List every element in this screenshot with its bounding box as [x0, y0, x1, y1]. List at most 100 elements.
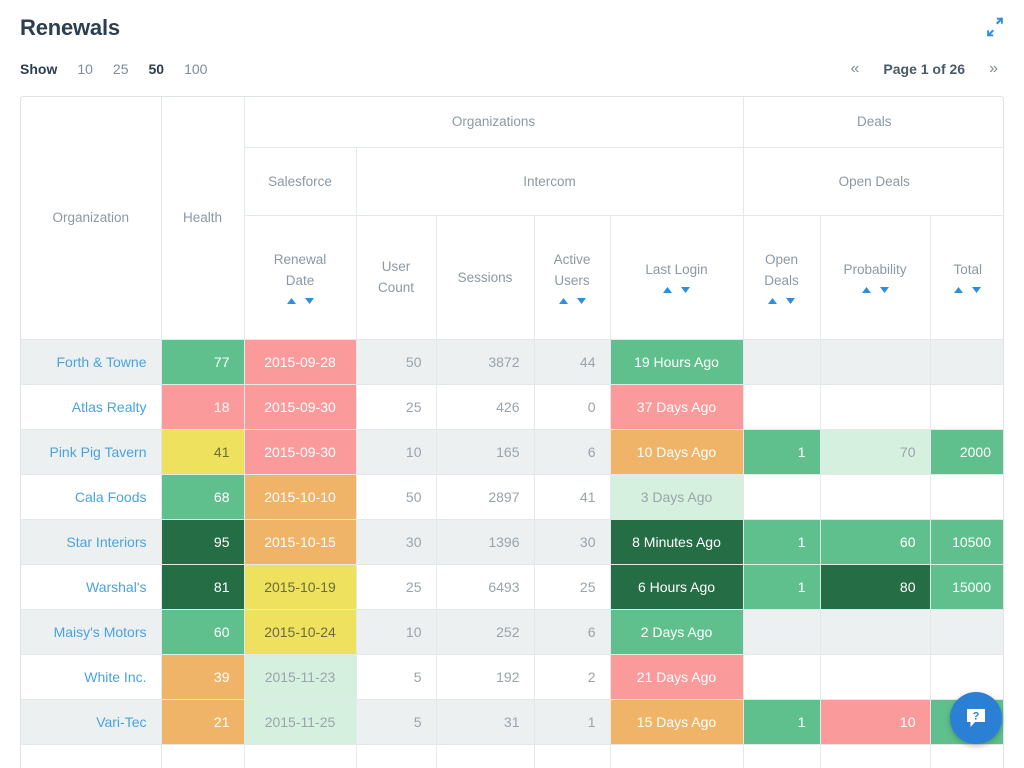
page-title: Renewals — [20, 14, 1004, 42]
cell-total-value — [931, 340, 1005, 384]
pagination: « Page 1 of 26 » — [844, 60, 1004, 78]
cell-user-count: 5 — [356, 654, 436, 699]
table-row: White Inc.392015-11-235192221 Days Ago — [21, 654, 1004, 699]
cell-user-count: 5 — [356, 699, 436, 744]
page-size-option-50[interactable]: 50 — [149, 61, 165, 77]
column-header-health[interactable]: Health — [161, 97, 244, 339]
organization-link[interactable]: Pink Pig Tavern — [49, 444, 146, 460]
cell-probability-value: 10 — [821, 700, 930, 744]
header-group-organizations: Organizations — [244, 97, 743, 147]
cell-last-login-value: 2 Days Ago — [611, 610, 743, 654]
cell-health-value: 60 — [162, 610, 244, 654]
cell-probability-value — [821, 610, 930, 654]
column-header-renewal-date-line1: Renewal — [245, 249, 356, 270]
table-row: Vari-Tec212015-11-25531115 Days Ago110 — [21, 699, 1004, 744]
header-group-organizations-label: Organizations — [245, 111, 743, 132]
page-size-option-25[interactable]: 25 — [113, 61, 129, 77]
cell-sessions: 252 — [436, 609, 534, 654]
cell-user-count-value: 10 — [357, 610, 436, 654]
help-chat-button[interactable]: ? — [950, 692, 1002, 744]
column-header-total[interactable]: Total — [930, 215, 1004, 339]
footer-cell — [161, 744, 244, 768]
organization-link[interactable]: Atlas Realty — [72, 399, 147, 415]
compress-arrows-icon[interactable] — [984, 16, 1006, 38]
cell-open-deals: 1 — [743, 564, 820, 609]
cell-active-users-value: 6 — [535, 610, 610, 654]
cell-health-value: 77 — [162, 340, 244, 384]
cell-total — [930, 384, 1004, 429]
column-header-renewal-date[interactable]: Renewal Date — [244, 215, 356, 339]
cell-probability-value: 80 — [821, 565, 930, 609]
page-size-option-10[interactable]: 10 — [77, 61, 93, 77]
organization-link[interactable]: Vari-Tec — [96, 714, 146, 730]
cell-probability-value — [821, 385, 930, 429]
table-footer — [21, 744, 1004, 768]
cell-sessions: 31 — [436, 699, 534, 744]
renewals-table: Organization Health Organizations Deals — [21, 97, 1004, 768]
cell-health: 21 — [161, 699, 244, 744]
column-header-open-deals-line1: Open — [744, 249, 820, 270]
cell-user-count-value: 10 — [357, 430, 436, 474]
page-size-selector: Show 10 25 50 100 — [20, 61, 227, 77]
column-header-sessions[interactable]: Sessions — [436, 215, 534, 339]
cell-organization: Maisy's Motors — [21, 609, 161, 654]
footer-cell — [743, 744, 820, 768]
cell-total: 10500 — [930, 519, 1004, 564]
cell-active-users-value: 0 — [535, 385, 610, 429]
cell-active-users: 0 — [534, 384, 610, 429]
cell-user-count: 25 — [356, 384, 436, 429]
cell-sessions: 165 — [436, 429, 534, 474]
cell-last-login: 3 Days Ago — [610, 474, 743, 519]
table-controls: Show 10 25 50 100 « Page 1 of 26 » — [20, 58, 1004, 80]
next-page-button[interactable]: » — [983, 60, 1004, 78]
cell-user-count: 25 — [356, 564, 436, 609]
cell-sessions-value: 165 — [437, 430, 534, 474]
cell-probability-value: 70 — [821, 430, 930, 474]
organization-link[interactable]: White Inc. — [84, 669, 146, 685]
cell-total-value: 2000 — [931, 430, 1005, 474]
cell-sessions: 2897 — [436, 474, 534, 519]
cell-active-users: 2 — [534, 654, 610, 699]
footer-cell — [930, 744, 1004, 768]
cell-organization: Forth & Towne — [21, 339, 161, 384]
cell-open-deals — [743, 339, 820, 384]
organization-link[interactable]: Maisy's Motors — [54, 624, 147, 640]
footer-cell — [21, 744, 161, 768]
column-header-active-users[interactable]: Active Users — [534, 215, 610, 339]
sort-descending-icon — [576, 297, 587, 305]
cell-user-count-value: 5 — [357, 700, 436, 744]
organization-link[interactable]: Forth & Towne — [56, 354, 146, 370]
organization-link[interactable]: Warshal's — [86, 579, 147, 595]
page-size-option-100[interactable]: 100 — [184, 61, 207, 77]
column-header-last-login[interactable]: Last Login — [610, 215, 743, 339]
footer-cell — [820, 744, 930, 768]
cell-sessions-value: 3872 — [437, 340, 534, 384]
column-header-open-deals[interactable]: Open Deals — [743, 215, 820, 339]
column-header-probability[interactable]: Probability — [820, 215, 930, 339]
cell-sessions: 192 — [436, 654, 534, 699]
question-chat-icon: ? — [963, 705, 989, 731]
header-group-row-1: Organization Health Organizations Deals — [21, 97, 1004, 147]
column-header-organization[interactable]: Organization — [21, 97, 161, 339]
cell-active-users-value: 41 — [535, 475, 610, 519]
cell-renewal-date: 2015-10-15 — [244, 519, 356, 564]
organization-link[interactable]: Cala Foods — [75, 489, 147, 505]
cell-sessions-value: 192 — [437, 655, 534, 699]
footer-cell — [356, 744, 436, 768]
organization-link[interactable]: Star Interiors — [66, 534, 146, 550]
cell-open-deals-value — [744, 385, 820, 429]
cell-sessions-value: 2897 — [437, 475, 534, 519]
cell-open-deals: 1 — [743, 519, 820, 564]
cell-health-value: 18 — [162, 385, 244, 429]
renewals-table-container: Organization Health Organizations Deals — [20, 96, 1004, 768]
cell-open-deals — [743, 654, 820, 699]
cell-last-login: 8 Minutes Ago — [610, 519, 743, 564]
cell-renewal-date-value: 2015-09-28 — [245, 340, 356, 384]
cell-total-value — [931, 610, 1005, 654]
column-header-user-count[interactable]: User Count — [356, 215, 436, 339]
cell-open-deals-value: 1 — [744, 520, 820, 564]
footer-cell — [244, 744, 356, 768]
cell-organization: Warshal's — [21, 564, 161, 609]
cell-user-count: 50 — [356, 339, 436, 384]
prev-page-button[interactable]: « — [844, 60, 865, 78]
